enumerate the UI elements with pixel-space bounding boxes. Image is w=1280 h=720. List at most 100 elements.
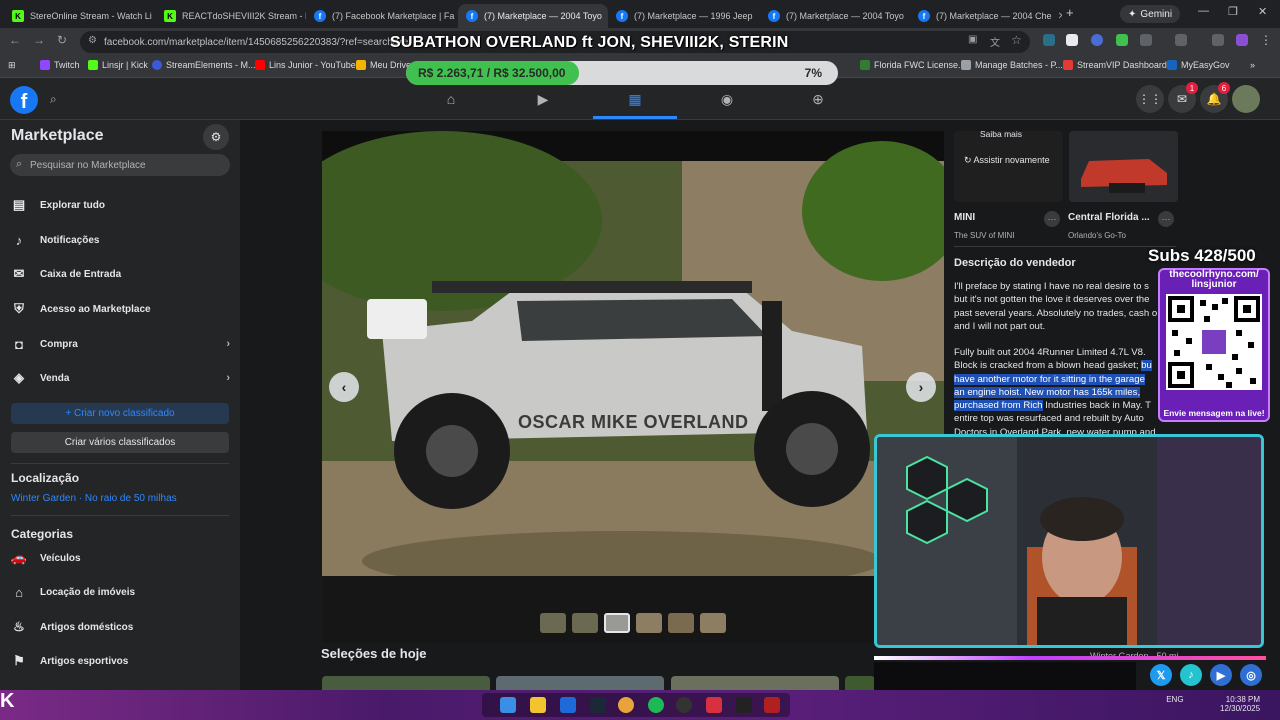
next-photo-arrow-icon[interactable]: › [906, 372, 936, 402]
bookmark-batches[interactable]: Manage Batches - P... [961, 60, 1063, 70]
search-icon[interactable]: ⌕ [50, 92, 57, 107]
start-icon[interactable] [500, 697, 516, 713]
google-extension-icon[interactable] [1066, 34, 1078, 46]
ad-card-mini[interactable]: Saiba mais ↻ Assistir novamente [954, 131, 1063, 202]
ad-title[interactable]: MINI [954, 212, 975, 223]
avatar[interactable] [1232, 85, 1260, 113]
gaming-icon[interactable]: ⊕ [809, 91, 827, 107]
system-tray[interactable]: ENG 10:38 PM 12/30/2025 [1150, 695, 1260, 713]
category-sports[interactable]: ⚑ Artigos esportivos [10, 648, 230, 674]
bookmark-streamvip[interactable]: StreamVIP Dashboard [1063, 60, 1167, 70]
create-multiple-listings-button[interactable]: Criar vários classificados [11, 432, 229, 453]
extension-icon[interactable] [1091, 34, 1103, 46]
photo-thumbnail[interactable] [540, 613, 566, 633]
pick-card[interactable] [845, 676, 875, 690]
profile-icon[interactable] [1236, 34, 1248, 46]
reading-list-icon[interactable] [1212, 34, 1224, 46]
browser-tab[interactable]: f (7) Marketplace — 1996 Jeep ✕ [608, 4, 760, 28]
bookmark-label: Lins Junior - YouTube [269, 60, 356, 70]
back-icon[interactable]: ← [9, 33, 21, 47]
sidebar-item-label: Acesso ao Marketplace [40, 303, 151, 315]
bookmark-kick[interactable]: Linsjr | Kick [88, 60, 148, 70]
previous-photo-arrow-icon[interactable]: ‹ [329, 372, 359, 402]
app-icon[interactable] [764, 697, 780, 713]
new-tab-button[interactable]: + [1066, 5, 1074, 20]
more-options-icon[interactable]: ··· [1158, 211, 1174, 227]
minimize-icon[interactable]: — [1198, 5, 1209, 17]
pick-card[interactable] [322, 676, 490, 690]
bookmark-myeasygov[interactable]: MyEasyGov [1167, 60, 1230, 70]
browser-menu-icon[interactable]: ⋮ [1260, 33, 1272, 47]
bookmark-twitch[interactable]: Twitch [40, 60, 80, 70]
replay-button[interactable]: ↻ Assistir novamente [964, 155, 1050, 166]
bookmark-drive[interactable]: Meu Drive [356, 60, 411, 70]
apps-icon[interactable]: ⊞ [8, 60, 16, 71]
edge-icon[interactable] [560, 697, 576, 713]
sidebar-item-inbox[interactable]: ✉ Caixa de Entrada [10, 261, 230, 287]
facebook-logo[interactable]: f [10, 86, 38, 114]
bookmark-streamelements[interactable]: StreamElements - M... [152, 60, 256, 70]
sidebar-item-notifications[interactable]: ♪ Notificações [10, 227, 230, 253]
spotify-icon[interactable] [648, 697, 664, 713]
photo-thumbnail[interactable] [668, 613, 694, 633]
app-icon[interactable] [706, 697, 722, 713]
pick-card[interactable] [496, 676, 664, 690]
forward-icon[interactable]: → [33, 33, 45, 47]
obs-icon[interactable] [676, 697, 692, 713]
site-info-icon[interactable]: ⚙ [88, 35, 97, 46]
ad-title[interactable]: Central Florida ... [1068, 212, 1150, 223]
terminal-icon[interactable] [736, 697, 752, 713]
close-icon[interactable]: ✕ [1058, 11, 1062, 22]
extension-icon[interactable] [1116, 34, 1128, 46]
category-home-goods[interactable]: ♨ Artigos domésticos [10, 614, 230, 640]
file-explorer-icon[interactable] [530, 697, 546, 713]
donation-goal-text: R$ 2.263,71 / R$ 32.500,00 [418, 66, 566, 80]
photo-thumbnail[interactable] [572, 613, 598, 633]
gemini-label: Gemini [1140, 8, 1173, 20]
browser-tab[interactable]: f (7) Facebook Marketplace | Fa ✕ [306, 4, 458, 28]
marketplace-search-input[interactable]: ⌕ Pesquisar no Marketplace [10, 154, 230, 176]
settings-gear-icon[interactable]: ⚙ [203, 124, 229, 150]
marketplace-icon[interactable]: ▦ [626, 91, 644, 107]
more-bookmarks-icon[interactable]: » [1250, 60, 1255, 70]
browser-tab[interactable]: K REACTdoSHEVIII2K Stream - K ✕ [156, 4, 306, 28]
browser-tab[interactable]: K StereOnline Stream - Watch Li ✕ [4, 4, 156, 28]
browser-tab[interactable]: f (7) Marketplace — 2004 Che ✕ [910, 4, 1062, 28]
sidebar-item-explore[interactable]: ▤ Explorar tudo [10, 192, 230, 218]
groups-icon[interactable]: ◉ [718, 91, 736, 107]
chrome-icon[interactable] [618, 697, 634, 713]
home-icon[interactable]: ⌂ [442, 91, 460, 107]
location-link[interactable]: Winter Garden · No raio de 50 milhas [11, 493, 177, 504]
ad-card-gmc[interactable] [1069, 131, 1178, 202]
tab-search-icon[interactable] [1175, 34, 1187, 46]
create-listing-button[interactable]: + Criar novo classificado [11, 403, 229, 424]
more-options-icon[interactable]: ··· [1044, 211, 1060, 227]
steam-icon[interactable] [590, 697, 606, 713]
bookmark-youtube[interactable]: Lins Junior - YouTube [255, 60, 356, 70]
bookmark-star-icon[interactable]: ☆ [1011, 33, 1022, 47]
sidebar-item-selling[interactable]: ◈ Venda › [10, 365, 230, 391]
gemini-button[interactable]: ✦ Gemini [1120, 5, 1181, 23]
category-vehicles[interactable]: 🚗 Veículos [10, 545, 230, 571]
pick-card[interactable] [671, 676, 839, 690]
sidebar-item-access[interactable]: ⛨ Acesso ao Marketplace [10, 296, 230, 322]
close-window-icon[interactable]: ✕ [1258, 5, 1267, 18]
listing-photo[interactable]: OSCAR MIKE OVERLAND [322, 131, 944, 643]
extensions-puzzle-icon[interactable] [1140, 34, 1152, 46]
maximize-icon[interactable]: ❐ [1228, 5, 1238, 18]
browser-tab-active[interactable]: f (7) Marketplace — 2004 Toyo ✕ [458, 4, 608, 28]
photo-thumbnail[interactable] [700, 613, 726, 633]
reload-icon[interactable]: ↻ [57, 33, 67, 47]
menu-grid-icon[interactable]: ⋮⋮ [1136, 85, 1164, 113]
category-rentals[interactable]: ⌂ Locação de imóveis [10, 579, 230, 605]
install-icon[interactable]: ▣ [968, 34, 977, 45]
translate-icon[interactable]: 文 [990, 34, 1000, 49]
learn-more-link[interactable]: Saiba mais [980, 131, 1022, 139]
extension-icon[interactable] [1043, 34, 1055, 46]
photo-thumbnail[interactable] [636, 613, 662, 633]
video-icon[interactable]: ▶ [534, 91, 552, 107]
photo-thumbnail-selected[interactable] [604, 613, 630, 633]
sidebar-item-buying[interactable]: ◘ Compra › [10, 331, 230, 357]
browser-tab[interactable]: f (7) Marketplace — 2004 Toyo ✕ [760, 4, 910, 28]
bookmark-fwc[interactable]: Florida FWC License... [860, 60, 966, 70]
